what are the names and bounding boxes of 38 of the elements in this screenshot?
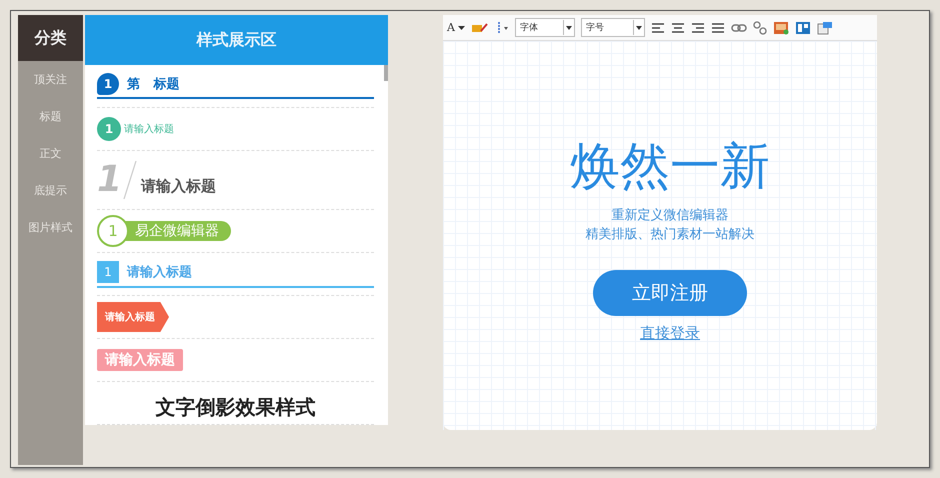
title-style-sample[interactable]: 1 第 标题 bbox=[97, 73, 374, 99]
caret-icon bbox=[458, 26, 465, 30]
align-icon[interactable] bbox=[710, 22, 725, 34]
panel-header: 样式展示区 bbox=[85, 15, 388, 65]
title-style-sample[interactable]: 1 请输入标题 bbox=[97, 260, 374, 288]
subtitle-text: 精美排版、热门素材一站解决 bbox=[586, 226, 754, 244]
sidebar-item[interactable]: 图片样式 bbox=[28, 209, 72, 246]
subtitle-text: 重新定义微信编辑器 bbox=[612, 207, 728, 225]
sidebar-item[interactable]: 正文 bbox=[40, 135, 62, 172]
align-icon[interactable] bbox=[670, 22, 685, 34]
sample-title[interactable]: 请输入标题 bbox=[124, 122, 174, 136]
align-icon[interactable] bbox=[690, 22, 705, 34]
title-tag[interactable]: 请输入标题 bbox=[97, 349, 183, 371]
sidebar-item[interactable]: 底提示 bbox=[34, 172, 67, 209]
sample-title[interactable]: 文字倒影效果样式 bbox=[156, 386, 316, 420]
headline: 焕然一新 bbox=[570, 139, 770, 194]
sample-title[interactable]: 请输入标题 bbox=[141, 176, 216, 196]
number-badge: 1 bbox=[97, 117, 121, 141]
sidebar-item[interactable]: 顶关注 bbox=[34, 61, 67, 98]
arrow-tag[interactable]: 请输入标题 bbox=[97, 302, 169, 332]
layout-icon[interactable] bbox=[794, 20, 811, 34]
slash-number: 1 bbox=[97, 162, 122, 198]
link-icon[interactable] bbox=[730, 22, 747, 32]
scrollbar-thumb[interactable] bbox=[384, 65, 388, 81]
sidebar-title: 分类 bbox=[18, 15, 83, 61]
template-icon[interactable] bbox=[816, 20, 833, 34]
highlighter-icon[interactable] bbox=[470, 22, 489, 34]
register-button[interactable]: 立即注册 bbox=[593, 270, 747, 316]
caret-icon bbox=[562, 20, 574, 35]
font-color-button[interactable]: A bbox=[447, 21, 465, 34]
font-size-dropdown[interactable]: 字号 bbox=[580, 18, 645, 37]
sidebar-item[interactable]: 标题 bbox=[40, 98, 62, 135]
slash-icon bbox=[123, 160, 138, 200]
login-link[interactable]: 直接登录 bbox=[640, 324, 700, 343]
image-icon[interactable] bbox=[772, 20, 789, 34]
align-icon[interactable] bbox=[650, 22, 665, 34]
font-family-dropdown[interactable]: 字体 bbox=[514, 18, 575, 37]
caret-icon bbox=[632, 20, 644, 35]
